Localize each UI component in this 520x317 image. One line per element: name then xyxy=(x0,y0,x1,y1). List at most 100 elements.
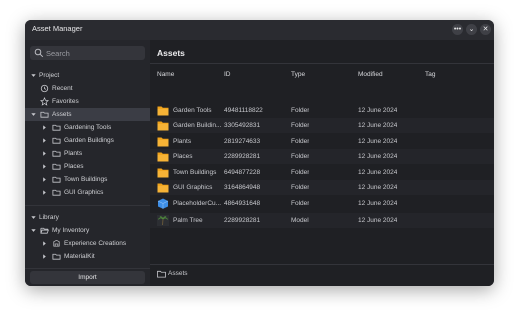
chevron-down-icon[interactable] xyxy=(30,111,37,118)
inventory-item-label: MaterialKit xyxy=(64,253,95,260)
cube-icon xyxy=(157,198,169,209)
table-row[interactable]: Town Buildings 6494877228 Folder 12 June… xyxy=(150,165,494,180)
sidebar-divider xyxy=(25,268,150,269)
chevron-right-icon[interactable] xyxy=(41,124,48,131)
sidebar-item-materialkit[interactable]: MaterialKit xyxy=(25,250,150,263)
folder-icon xyxy=(157,121,169,131)
sidebar-item-gui-graphics[interactable]: GUI Graphics xyxy=(25,186,150,199)
column-header-type[interactable]: Type xyxy=(291,71,305,78)
chevron-right-icon[interactable] xyxy=(41,163,48,170)
sidebar: Project Recent Favorites Assets Gardenin… xyxy=(25,40,150,286)
cell-id: 3305492831 xyxy=(224,122,261,129)
folder-label: Gardening Tools xyxy=(64,124,112,131)
table-row[interactable]: Plants 2819274633 Folder 12 June 2024 xyxy=(150,134,494,149)
sidebar-item-recent[interactable]: Recent xyxy=(25,82,150,95)
folder-icon xyxy=(40,111,49,118)
cell-modified: 12 June 2024 xyxy=(358,107,398,114)
folder-icon xyxy=(157,106,169,116)
search-icon xyxy=(34,48,44,58)
sidebar-item-experience-creations[interactable]: Experience Creations xyxy=(25,237,150,250)
cell-type: Folder xyxy=(291,153,310,160)
table-row[interactable]: Garden Tools 49481118822 Folder 12 June … xyxy=(150,103,494,118)
folder-icon xyxy=(157,270,166,278)
table-row[interactable]: PlaceholderCu... 4864931648 Folder 12 Ju… xyxy=(150,196,494,211)
inventory-item-label: Experience Creations xyxy=(64,240,127,247)
cell-type: Folder xyxy=(291,169,310,176)
chevron-right-icon[interactable] xyxy=(41,189,48,196)
sidebar-divider xyxy=(25,205,150,206)
folder-open-icon xyxy=(40,227,49,234)
cell-type: Folder xyxy=(291,138,310,145)
folder-icon xyxy=(157,168,169,178)
my-inventory-label: My Inventory xyxy=(52,227,90,234)
cell-modified: 12 June 2024 xyxy=(358,122,398,129)
sidebar-item-places[interactable]: Places xyxy=(25,160,150,173)
recent-label: Recent xyxy=(52,85,73,92)
header-divider xyxy=(150,63,494,64)
sidebar-item-town-buildings[interactable]: Town Buildings xyxy=(25,173,150,186)
cell-name: Palm Tree xyxy=(173,217,203,224)
cell-type: Folder xyxy=(291,107,310,114)
project-label: Project xyxy=(39,72,60,79)
cell-type: Folder xyxy=(291,122,310,129)
clock-icon xyxy=(40,84,49,93)
collapse-button[interactable]: ⌄ xyxy=(466,24,477,35)
more-options-button[interactable]: ••• xyxy=(452,24,463,35)
chevron-down-icon[interactable] xyxy=(30,72,37,79)
cell-id: 4864931648 xyxy=(224,200,261,207)
chevron-right-icon[interactable] xyxy=(41,150,48,157)
experience-icon xyxy=(53,239,60,247)
favorites-label: Favorites xyxy=(52,98,79,105)
star-icon xyxy=(40,97,49,106)
sidebar-item-gardening-tools[interactable]: Gardening Tools xyxy=(25,121,150,134)
folder-icon xyxy=(52,189,61,196)
column-header-modified[interactable]: Modified xyxy=(358,71,383,78)
cell-modified: 12 June 2024 xyxy=(358,184,398,191)
sidebar-item-my-inventory[interactable]: My Inventory xyxy=(25,224,150,237)
table-row[interactable]: Places 2289928281 Folder 12 June 2024 xyxy=(150,149,494,164)
folder-label: Town Buildings xyxy=(64,176,108,183)
chevron-down-icon[interactable] xyxy=(30,214,37,221)
folder-label: GUI Graphics xyxy=(64,189,104,196)
cell-name: Places xyxy=(173,153,193,160)
chevron-right-icon[interactable] xyxy=(41,240,48,247)
cell-type: Folder xyxy=(291,184,310,191)
search-input[interactable] xyxy=(46,47,141,59)
cell-modified: 12 June 2024 xyxy=(358,138,398,145)
chevron-right-icon[interactable] xyxy=(41,137,48,144)
cell-id: 2289928281 xyxy=(224,153,261,160)
tree-library[interactable]: Library xyxy=(25,211,150,224)
column-header-name[interactable]: Name xyxy=(157,71,174,78)
asset-manager-window: Asset Manager ••• ⌄ ✕ Project Recent Fav… xyxy=(25,20,494,286)
sidebar-item-plants[interactable]: Plants xyxy=(25,147,150,160)
import-button[interactable]: Import xyxy=(30,271,145,284)
folder-label: Garden Buildings xyxy=(64,137,114,144)
tree-project[interactable]: Project xyxy=(25,69,150,82)
sidebar-item-favorites[interactable]: Favorites xyxy=(25,95,150,108)
table-row[interactable]: Palm Tree 2289928281 Model 12 June 2024 xyxy=(150,213,494,228)
close-button[interactable]: ✕ xyxy=(480,24,491,35)
sidebar-item-assets[interactable]: Assets xyxy=(25,108,150,121)
column-header-id[interactable]: ID xyxy=(224,71,231,78)
palm-tree-icon xyxy=(157,215,169,226)
cell-name: Plants xyxy=(173,138,192,145)
sidebar-item-garden-buildings[interactable]: Garden Buildings xyxy=(25,134,150,147)
search-box[interactable] xyxy=(30,46,145,60)
cell-id: 6494877228 xyxy=(224,169,261,176)
folder-icon xyxy=(157,152,169,162)
table-row[interactable]: Garden Buildin... 3305492831 Folder 12 J… xyxy=(150,118,494,133)
cell-name: Garden Tools xyxy=(173,107,212,114)
cell-modified: 12 June 2024 xyxy=(358,217,398,224)
assets-label: Assets xyxy=(52,111,72,118)
breadcrumb-label: Assets xyxy=(168,270,188,277)
folder-label: Plants xyxy=(64,150,83,157)
chevron-right-icon[interactable] xyxy=(41,176,48,183)
chevron-right-icon[interactable] xyxy=(41,253,48,260)
cell-id: 2819274633 xyxy=(224,138,261,145)
folder-label: Places xyxy=(64,163,84,170)
cell-type: Model xyxy=(291,217,309,224)
chevron-down-icon[interactable] xyxy=(30,227,37,234)
folder-icon xyxy=(52,176,61,183)
table-row[interactable]: GUI Graphics 3164864948 Folder 12 June 2… xyxy=(150,180,494,195)
column-header-tag[interactable]: Tag xyxy=(425,71,435,78)
